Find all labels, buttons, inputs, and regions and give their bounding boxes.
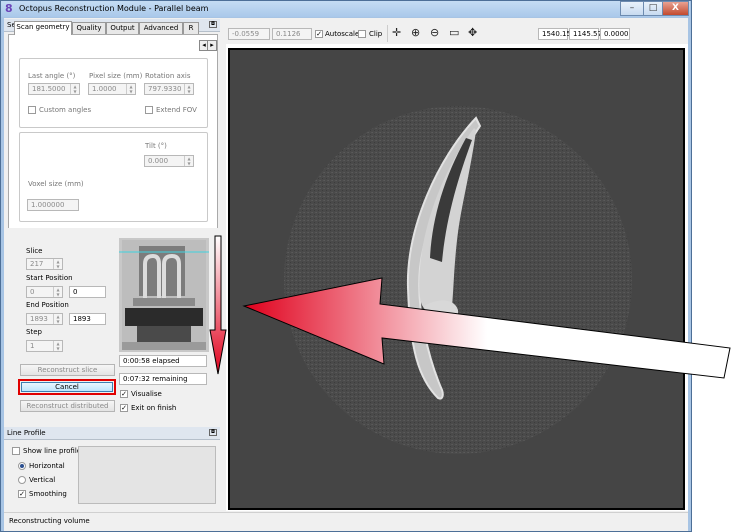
horizontal-annotation-arrow	[242, 277, 731, 379]
vertical-annotation-arrow	[209, 235, 227, 375]
annotation-overlay	[209, 235, 731, 379]
